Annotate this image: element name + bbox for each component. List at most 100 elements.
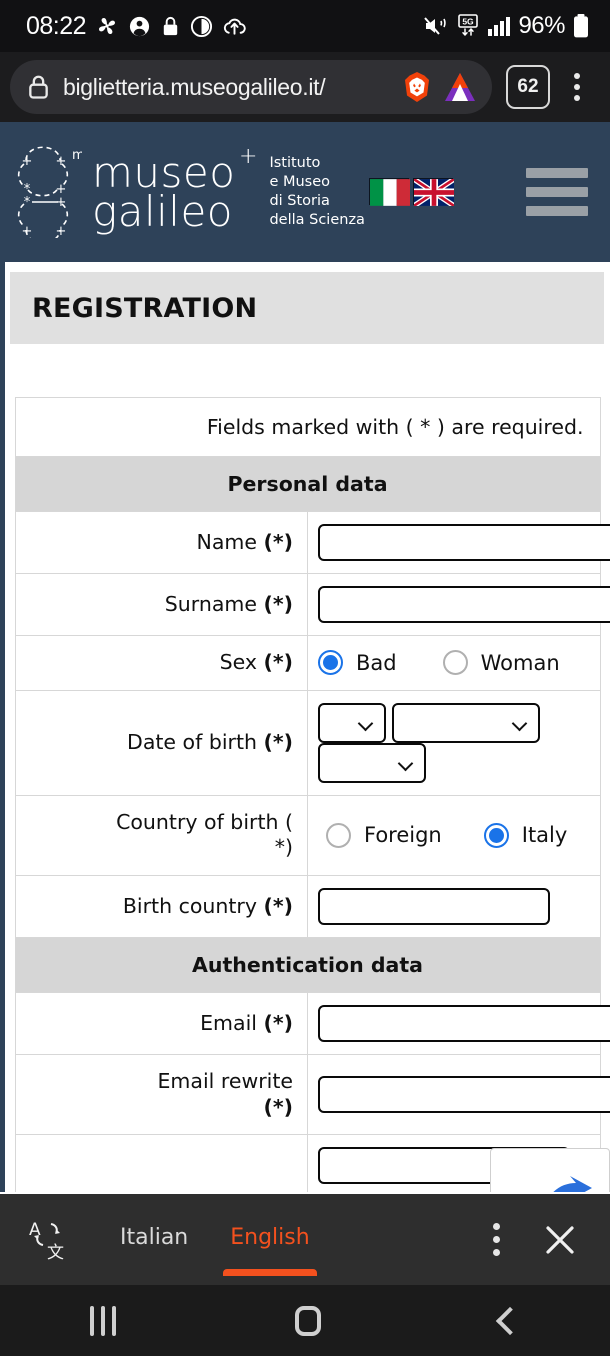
country-of-birth-label: Country of birth ( *) <box>14 794 308 876</box>
password-label: Password (*) <box>14 1134 308 1192</box>
hamburger-menu-icon[interactable] <box>526 168 588 216</box>
surname-field-cell <box>307 573 610 636</box>
home-icon[interactable] <box>294 1305 321 1336</box>
sex-label-text: Sex <box>219 650 257 674</box>
svg-text:+: + <box>22 154 33 169</box>
recent-apps-icon[interactable] <box>89 1305 116 1336</box>
chevron-down-icon <box>513 718 528 727</box>
svg-text:+: + <box>56 154 67 169</box>
country-option-italy[interactable]: Italy <box>483 822 568 848</box>
required-marker: (*) <box>263 729 293 754</box>
museo-galileo-logo-icon: + + * + * + + + m <box>10 146 85 244</box>
translate-arrow-icon <box>553 1176 592 1192</box>
translate-tab-italian[interactable]: Italian <box>116 1203 192 1276</box>
chevron-down-icon <box>399 758 414 767</box>
email-rewrite-field-cell <box>307 1053 610 1136</box>
surname-label: Surname (*) <box>14 573 308 636</box>
institute-line-2: e Museo <box>269 173 331 190</box>
email-label-text: Email <box>200 1010 257 1035</box>
brand-plus-mark: + <box>239 143 258 169</box>
svg-text:5G: 5G <box>463 17 475 27</box>
lock-icon <box>160 15 181 38</box>
bat-triangle-icon[interactable] <box>444 72 476 102</box>
status-bar-right: 5G 96% <box>423 12 590 40</box>
dob-year-select[interactable] <box>318 742 426 783</box>
institute-line-4: della Scienza <box>269 212 365 229</box>
birth-country-label-text: Birth country <box>122 893 257 918</box>
android-nav-bar <box>0 1285 610 1356</box>
status-bar-left: 08:22 <box>26 12 247 41</box>
surname-input[interactable] <box>318 586 610 623</box>
email-label: Email (*) <box>14 991 308 1055</box>
tab-count-button[interactable]: 62 <box>506 65 550 109</box>
name-label-text: Name <box>196 529 257 554</box>
required-marker: (*) <box>263 1094 293 1119</box>
row-surname: Surname (*) <box>14 573 610 636</box>
radio-button[interactable] <box>318 650 343 676</box>
section-authentication-data: Authentication data <box>14 936 601 993</box>
required-marker: (*) <box>263 650 293 674</box>
country-option-italy-label: Italy <box>521 823 568 848</box>
translate-popup-card[interactable] <box>490 1148 610 1192</box>
signal-bars-icon <box>487 15 511 37</box>
uk-flag-icon[interactable] <box>412 176 456 208</box>
registration-banner: REGISTRATION <box>10 272 604 344</box>
mute-icon <box>423 15 449 37</box>
site-header: + + * + * + + + m museo galileo + Istituto e… <box>0 122 610 262</box>
sex-label: Sex (*) <box>14 635 308 691</box>
5g-icon: 5G <box>456 14 480 38</box>
android-status-bar: 08:22 5G 96% <box>0 0 610 52</box>
browser-menu-icon[interactable] <box>562 73 592 101</box>
sex-radio-group: Bad Woman <box>318 650 590 676</box>
svg-text:+: + <box>22 224 33 238</box>
section-heading: Authentication data <box>14 936 601 993</box>
institute-line-3: di Storia <box>269 193 330 209</box>
radio-button[interactable] <box>442 650 468 676</box>
svg-text:+: + <box>56 224 67 238</box>
row-birth-country: Birth country (*) <box>14 874 601 938</box>
italy-flag-icon[interactable] <box>368 177 410 206</box>
dob-month-select[interactable] <box>392 702 540 743</box>
status-time: 08:22 <box>26 11 87 40</box>
sex-option-woman-label: Woman <box>480 650 560 675</box>
row-name: Name (*) <box>14 511 610 574</box>
country-of-birth-field-cell: Foreign Italy <box>307 794 601 876</box>
name-input[interactable] <box>318 524 610 561</box>
email-input[interactable] <box>318 1004 610 1042</box>
close-icon[interactable] <box>542 1222 578 1258</box>
dob-day-select[interactable] <box>318 702 386 743</box>
back-icon[interactable] <box>496 1306 525 1335</box>
url-bar[interactable]: biglietteria.museogalileo.it/ <box>10 60 492 114</box>
radio-button[interactable] <box>483 822 509 848</box>
birth-country-input[interactable] <box>318 887 550 925</box>
required-marker: (*) <box>263 529 293 554</box>
translate-icon[interactable]: A 文 <box>26 1218 70 1263</box>
browser-toolbar: biglietteria.museogalileo.it/ 62 <box>0 52 610 122</box>
pinwheel-icon <box>95 14 119 38</box>
translate-bar: A 文 Italian English <box>0 1194 610 1285</box>
section-personal-data: Personal data <box>14 456 601 512</box>
url-text: biglietteria.museogalileo.it/ <box>63 73 326 100</box>
battery-percent: 96% <box>518 12 565 39</box>
row-email-rewrite: Email rewrite (*) <box>14 1053 610 1136</box>
translate-menu-icon[interactable] <box>493 1223 500 1256</box>
lock-icon <box>26 73 51 101</box>
row-country-of-birth: Country of birth ( *) Foreign Italy <box>14 794 601 876</box>
row-email: Email (*) <box>14 991 610 1055</box>
svg-text:+: + <box>56 195 67 210</box>
svg-text:文: 文 <box>47 1243 64 1262</box>
radio-button[interactable] <box>326 822 351 848</box>
email-rewrite-input[interactable] <box>318 1076 610 1113</box>
section-heading: Personal data <box>14 456 601 512</box>
sex-field-cell: Bad Woman <box>307 635 601 691</box>
page-content: REGISTRATION Fields marked with ( * ) ar… <box>0 262 610 1192</box>
logo-superscript: m <box>72 148 82 163</box>
sex-option-woman[interactable]: Woman <box>442 650 560 676</box>
brand-line-2: galileo <box>92 187 233 236</box>
sex-option-male[interactable]: Bad <box>318 650 397 676</box>
brave-lion-icon[interactable] <box>402 71 432 103</box>
translate-tab-english[interactable]: English <box>223 1203 318 1276</box>
email-field-cell <box>307 991 610 1055</box>
page-title: REGISTRATION <box>32 292 258 324</box>
country-option-foreign[interactable]: Foreign <box>326 822 442 848</box>
